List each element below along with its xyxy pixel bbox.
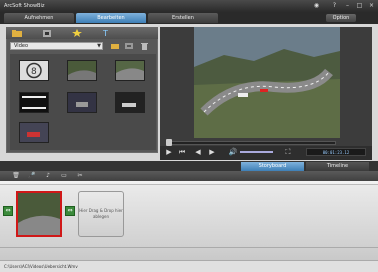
text-icon[interactable]: T xyxy=(100,28,114,38)
seek-bar[interactable] xyxy=(166,141,336,145)
option-button[interactable]: Option xyxy=(326,14,356,22)
trash-icon[interactable]: 🗑 xyxy=(10,172,22,180)
media-thumb-red-car[interactable] xyxy=(19,122,49,143)
star-effects-icon[interactable] xyxy=(70,28,84,38)
tab-erstellen[interactable]: Erstellen xyxy=(148,13,218,23)
media-thumb-countdown[interactable]: 8 xyxy=(19,60,49,81)
step-back-icon[interactable]: ◀ xyxy=(192,147,204,157)
tab-bearbeiten[interactable]: Bearbeiten xyxy=(76,13,146,23)
source-dropdown[interactable]: Video xyxy=(10,42,103,50)
storyboard-toolbar xyxy=(0,171,378,181)
drop-slot[interactable]: Hier Drag & Drop hier ablegen xyxy=(78,191,124,237)
tab-storyboard[interactable]: Storyboard xyxy=(241,162,304,171)
open-folder-icon[interactable] xyxy=(110,41,120,51)
transition-icon[interactable]: ⇔ xyxy=(65,206,75,216)
logo-icon: ◉ xyxy=(313,2,320,9)
app-title: ArcSoft ShowBiz xyxy=(4,3,45,9)
volume-icon[interactable]: 🔊 xyxy=(227,147,239,157)
delete-icon[interactable] xyxy=(139,41,149,51)
media-thumb-filmstrip[interactable] xyxy=(19,92,49,113)
title-bar xyxy=(0,0,378,12)
volume-slider[interactable] xyxy=(240,151,273,153)
close-icon[interactable]: × xyxy=(367,2,376,10)
music-note-icon[interactable]: ♪ xyxy=(42,172,54,180)
status-bar: C:\Users\ACI\Videos\Uebersicht.Wmv xyxy=(0,260,378,272)
svg-text:T: T xyxy=(102,29,108,38)
media-thumb-race-2[interactable] xyxy=(115,60,145,81)
seek-handle[interactable] xyxy=(166,139,172,146)
minimize-icon[interactable]: – xyxy=(343,2,352,10)
scissors-icon[interactable]: ✂ xyxy=(74,172,86,180)
step-forward-icon[interactable]: ▶ xyxy=(206,147,218,157)
video-preview[interactable] xyxy=(194,27,340,138)
timecode-display: 00:01:23.12 xyxy=(306,148,366,156)
tab-aufnehmen[interactable]: Aufnehmen xyxy=(4,13,74,23)
chevron-down-icon[interactable]: ▼ xyxy=(96,43,102,49)
help-icon[interactable]: ? xyxy=(330,2,339,10)
film-icon[interactable] xyxy=(40,28,54,38)
tab-timeline[interactable]: Timeline xyxy=(306,162,369,171)
media-thumb-car-2[interactable] xyxy=(115,92,145,113)
import-icon[interactable] xyxy=(124,41,134,51)
folder-icon[interactable] xyxy=(10,28,24,38)
rewind-icon[interactable]: ⏮ xyxy=(176,147,188,157)
transition-icon[interactable]: ⇔ xyxy=(3,206,13,216)
maximize-icon[interactable]: □ xyxy=(355,2,364,10)
split-icon[interactable]: ▭ xyxy=(58,172,70,180)
svg-text:8: 8 xyxy=(31,67,37,77)
microphone-icon[interactable]: 🎤 xyxy=(26,172,38,180)
play-icon[interactable]: ▶ xyxy=(163,147,175,157)
media-thumb-car-1[interactable] xyxy=(67,92,97,113)
storyboard-clip[interactable] xyxy=(16,191,62,237)
media-thumb-race-1[interactable] xyxy=(67,60,97,81)
fullscreen-icon[interactable]: ⛶ xyxy=(282,147,294,157)
